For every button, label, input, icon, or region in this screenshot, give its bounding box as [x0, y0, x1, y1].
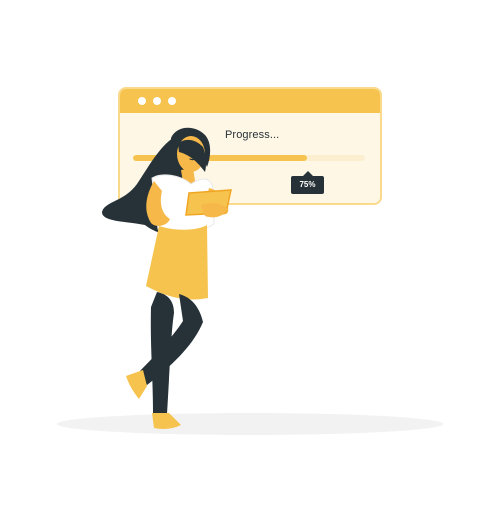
window-dot-icon: [168, 97, 176, 105]
progress-window: [118, 87, 382, 205]
progress-illustration-scene: Progress... 75%: [0, 0, 500, 500]
percent-badge: 75%: [291, 171, 324, 194]
progress-bar-fill: [133, 155, 307, 161]
ground-shadow-ellipse: [57, 413, 443, 435]
progress-label: Progress...: [225, 129, 280, 141]
window-title-bar: [120, 89, 380, 113]
ground-shadow: [57, 413, 443, 435]
window-dot-icon: [138, 97, 146, 105]
progress-bar: [133, 155, 365, 161]
window-dot-icon: [153, 97, 161, 105]
